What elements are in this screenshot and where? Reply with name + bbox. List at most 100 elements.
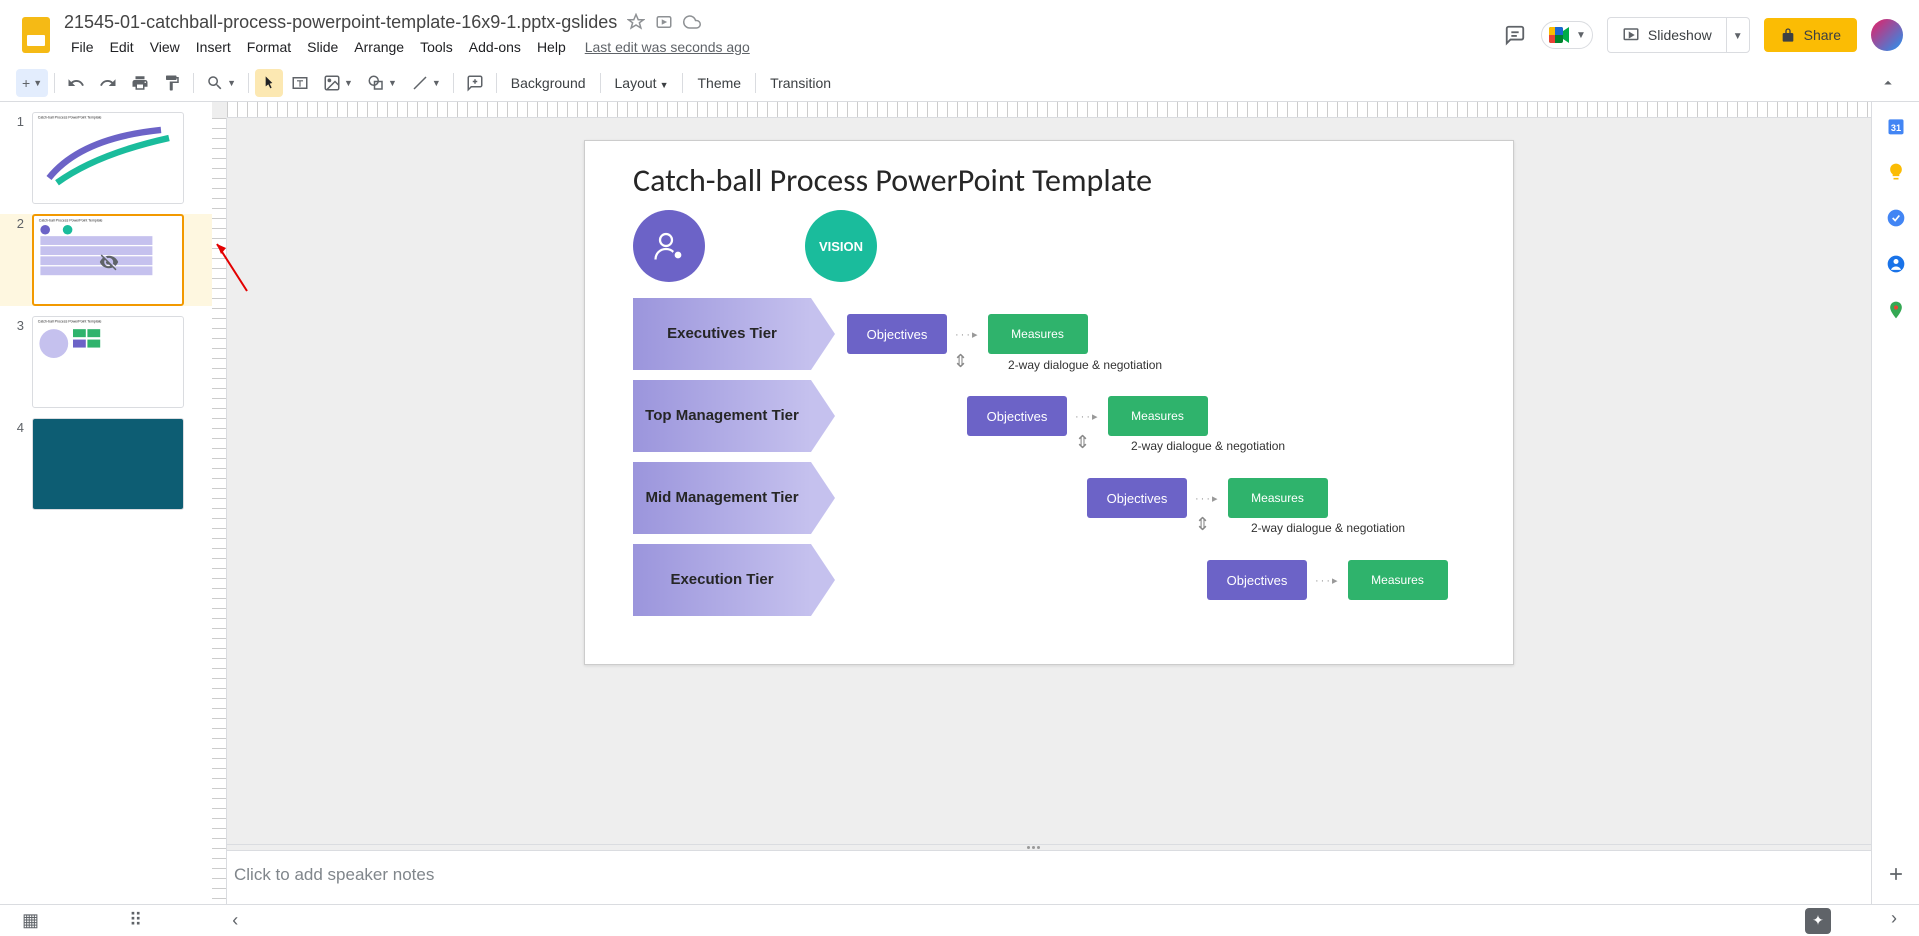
- menu-edit[interactable]: Edit: [103, 35, 141, 59]
- last-edit[interactable]: Last edit was seconds ago: [585, 39, 750, 55]
- star-icon[interactable]: [627, 13, 645, 31]
- chevron-down-icon: ▼: [1576, 30, 1586, 41]
- canvas-area: Catch-ball Process PowerPoint Template V…: [212, 102, 1871, 904]
- menu-view[interactable]: View: [143, 35, 187, 59]
- objectives-box[interactable]: Objectives: [847, 314, 947, 354]
- textbox-tool[interactable]: [285, 69, 315, 97]
- measures-box[interactable]: Measures: [1108, 396, 1208, 436]
- measures-box[interactable]: Measures: [1348, 560, 1448, 600]
- objectives-box[interactable]: Objectives: [1087, 478, 1187, 518]
- print-button[interactable]: [125, 69, 155, 97]
- thumb-number: 1: [10, 112, 24, 204]
- tasks-icon[interactable]: [1886, 208, 1906, 228]
- redo-button[interactable]: [93, 69, 123, 97]
- slideshow-group: Slideshow ▼: [1607, 17, 1750, 53]
- menu-slide[interactable]: Slide: [300, 35, 345, 59]
- share-button[interactable]: Share: [1764, 18, 1857, 52]
- menu-arrange[interactable]: Arrange: [347, 35, 411, 59]
- thumb-number: 2: [10, 214, 24, 306]
- side-panel-toggle[interactable]: ›: [1891, 908, 1897, 934]
- background-button[interactable]: Background: [503, 70, 594, 96]
- dialogue-label: 2-way dialogue & negotiation: [1008, 358, 1162, 372]
- vision-circle[interactable]: VISION: [805, 210, 877, 282]
- slide-thumbnail-4[interactable]: [32, 418, 184, 510]
- vertical-ruler[interactable]: [212, 118, 227, 904]
- toolbar: +▼ ▼ ▼ ▼ ▼ Background Layout▼ Theme Tran…: [0, 64, 1919, 102]
- measures-box[interactable]: Measures: [988, 314, 1088, 354]
- theme-button[interactable]: Theme: [689, 70, 749, 96]
- hidden-icon: [94, 252, 124, 272]
- transition-button[interactable]: Transition: [762, 70, 839, 96]
- filmstrip[interactable]: 1 Catch-ball Process PowerPoint Template…: [0, 102, 212, 904]
- horizontal-ruler[interactable]: [227, 102, 1871, 118]
- thumb-row: 2 Catch-ball Process PowerPoint Template: [0, 214, 212, 306]
- new-slide-button[interactable]: +▼: [16, 69, 48, 97]
- tier-topmgmt-label: Top Management Tier: [633, 380, 811, 452]
- slide-thumbnail-1[interactable]: Catch-ball Process PowerPoint Template: [32, 112, 184, 204]
- maps-icon[interactable]: [1886, 300, 1906, 320]
- calendar-icon[interactable]: 31: [1886, 116, 1906, 136]
- keep-icon[interactable]: [1886, 162, 1906, 182]
- person-icon-circle[interactable]: [633, 210, 705, 282]
- cloud-icon[interactable]: [683, 13, 701, 31]
- thumb-number: 4: [10, 418, 24, 510]
- slideshow-dropdown[interactable]: ▼: [1726, 18, 1749, 52]
- slide-canvas[interactable]: Catch-ball Process PowerPoint Template V…: [584, 140, 1514, 665]
- slide-title[interactable]: Catch-ball Process PowerPoint Template: [585, 141, 1513, 210]
- comment-button[interactable]: [460, 69, 490, 97]
- menu-format[interactable]: Format: [240, 35, 298, 59]
- line-tool[interactable]: ▼: [405, 69, 447, 97]
- collapse-icon[interactable]: ‹: [232, 910, 238, 931]
- grid-view-icon[interactable]: ⠿: [129, 910, 142, 931]
- slide-thumbnail-2[interactable]: Catch-ball Process PowerPoint Template: [32, 214, 184, 306]
- slideshow-button[interactable]: Slideshow: [1608, 18, 1726, 52]
- shape-tool[interactable]: ▼: [361, 69, 403, 97]
- menu-file[interactable]: File: [64, 35, 101, 59]
- thumb-number: 3: [10, 316, 24, 408]
- hide-menus-button[interactable]: [1873, 69, 1903, 97]
- layout-button[interactable]: Layout▼: [607, 70, 677, 96]
- explore-button[interactable]: ✦: [1805, 908, 1831, 934]
- undo-button[interactable]: [61, 69, 91, 97]
- slide-thumbnail-3[interactable]: Catch-ball Process PowerPoint Template: [32, 316, 184, 408]
- play-icon: [1622, 26, 1640, 44]
- paint-format-button[interactable]: [157, 69, 187, 97]
- zoom-button[interactable]: ▼: [200, 69, 242, 97]
- arrow-icon: ···▸: [1195, 492, 1220, 505]
- menu-tools[interactable]: Tools: [413, 35, 460, 59]
- speaker-notes[interactable]: Click to add speaker notes: [212, 850, 1871, 904]
- header: 21545-01-catchball-process-powerpoint-te…: [0, 0, 1919, 64]
- add-icon[interactable]: [1886, 864, 1906, 884]
- objectives-box[interactable]: Objectives: [1207, 560, 1307, 600]
- slides-logo[interactable]: [16, 15, 56, 55]
- filmstrip-view-icon[interactable]: ▦: [22, 910, 39, 931]
- objectives-box[interactable]: Objectives: [967, 396, 1067, 436]
- select-tool[interactable]: [255, 69, 283, 97]
- tier-topmgmt-row[interactable]: Top Management Tier Objectives ···▸ Meas…: [633, 378, 1465, 454]
- tier-exec-label: Executives Tier: [633, 298, 811, 370]
- move-icon[interactable]: [655, 13, 673, 31]
- image-tool[interactable]: ▼: [317, 69, 359, 97]
- doc-title[interactable]: 21545-01-catchball-process-powerpoint-te…: [64, 12, 617, 33]
- menu-insert[interactable]: Insert: [189, 35, 238, 59]
- meet-button[interactable]: ▼: [1541, 21, 1593, 49]
- comment-history-icon[interactable]: [1503, 23, 1527, 47]
- svg-text:31: 31: [1890, 123, 1900, 133]
- dialogue-label: 2-way dialogue & negotiation: [1131, 439, 1285, 453]
- menu-addons[interactable]: Add-ons: [462, 35, 528, 59]
- share-label: Share: [1804, 27, 1841, 43]
- tier-execution-label: Execution Tier: [633, 544, 811, 616]
- contacts-icon[interactable]: [1886, 254, 1906, 274]
- slideshow-label: Slideshow: [1648, 27, 1712, 43]
- menu-help[interactable]: Help: [530, 35, 573, 59]
- bottom-bar: ▦ ⠿ ‹ ✦ ›: [0, 904, 1919, 936]
- doc-info: 21545-01-catchball-process-powerpoint-te…: [64, 12, 1503, 59]
- measures-box[interactable]: Measures: [1228, 478, 1328, 518]
- slides-logo-icon: [22, 17, 50, 53]
- tier-midmgmt-label: Mid Management Tier: [633, 462, 811, 534]
- double-arrow-icon: ⇕: [953, 351, 968, 372]
- avatar[interactable]: [1871, 19, 1903, 51]
- thumb-row: 1 Catch-ball Process PowerPoint Template: [10, 112, 212, 204]
- dialogue-label: 2-way dialogue & negotiation: [1251, 521, 1405, 535]
- tier-exec2-row[interactable]: Execution Tier Objectives ···▸ Measures: [633, 542, 1465, 618]
